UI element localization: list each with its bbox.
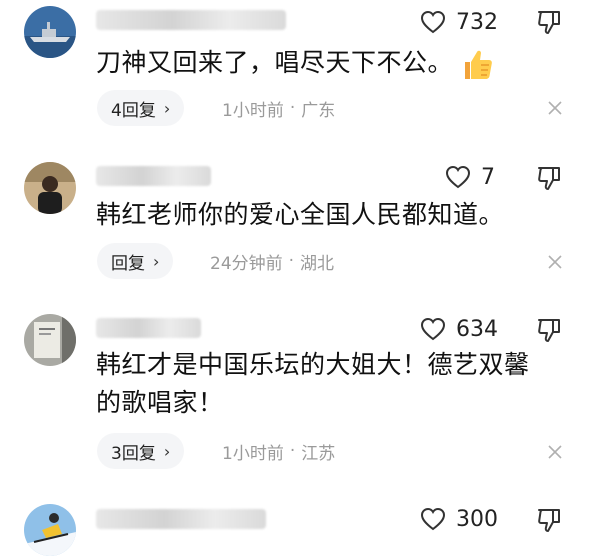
person-avatar-image — [24, 162, 76, 214]
dislike-button[interactable] — [535, 8, 563, 36]
avatar[interactable] — [24, 504, 76, 556]
username-blurred[interactable] — [96, 318, 201, 338]
comment-text: 韩红老师你的爱心全国人民都知道。 — [96, 200, 505, 229]
thumbs-down-outline-icon — [538, 319, 560, 342]
heart-outline-icon — [445, 165, 471, 189]
comment-meta: 1小时前 · 江苏 — [222, 441, 336, 464]
close-icon — [548, 445, 562, 459]
thumbs-down-outline-icon — [538, 167, 560, 190]
close-button[interactable] — [548, 445, 562, 459]
avatar[interactable] — [24, 314, 76, 366]
like-button[interactable]: 634 — [420, 314, 498, 344]
plaque-avatar-image — [24, 314, 76, 366]
close-button[interactable] — [548, 101, 562, 115]
like-count: 300 — [456, 506, 498, 532]
like-button[interactable]: 7 — [445, 162, 495, 192]
heart-outline-icon — [420, 317, 446, 341]
reply-button[interactable]: 回复 › — [97, 243, 174, 279]
like-count: 7 — [481, 164, 495, 190]
heart-outline-icon — [420, 10, 446, 34]
comment-text: 韩红才是中国乐坛的大姐大！德艺双馨的歌唱家！ — [96, 350, 530, 417]
ship-avatar-image — [24, 6, 76, 58]
chevron-right-icon: › — [163, 98, 171, 118]
like-count: 634 — [456, 316, 498, 342]
chevron-right-icon: › — [153, 251, 160, 271]
dislike-button[interactable] — [535, 506, 563, 534]
skier-avatar-image — [24, 504, 76, 556]
close-button[interactable] — [548, 255, 562, 269]
like-button[interactable]: 732 — [420, 7, 498, 37]
thumbs-down-outline-icon — [538, 11, 560, 34]
comment-text: 刀神又回来了，唱尽天下不公。 — [96, 44, 536, 82]
close-icon — [548, 255, 562, 269]
username-blurred[interactable] — [96, 509, 266, 529]
close-icon — [548, 101, 562, 115]
username-blurred[interactable] — [96, 166, 211, 186]
chevron-right-icon: › — [163, 441, 171, 461]
comment-meta: 24分钟前 · 湖北 — [210, 251, 335, 274]
thumbs-up-emoji-icon — [459, 46, 495, 82]
thumbs-down-outline-icon — [538, 509, 560, 532]
avatar[interactable] — [24, 162, 76, 214]
reply-button[interactable]: 4回复 › — [97, 90, 185, 126]
like-count: 732 — [456, 9, 498, 35]
heart-outline-icon — [420, 507, 446, 531]
reply-button[interactable]: 3回复 › — [97, 433, 185, 469]
avatar[interactable] — [24, 6, 76, 58]
username-blurred[interactable] — [96, 10, 286, 30]
dislike-button[interactable] — [535, 316, 563, 344]
like-button[interactable]: 300 — [420, 504, 498, 534]
comment-meta: 1小时前 · 广东 — [222, 98, 336, 121]
dislike-button[interactable] — [535, 164, 563, 192]
